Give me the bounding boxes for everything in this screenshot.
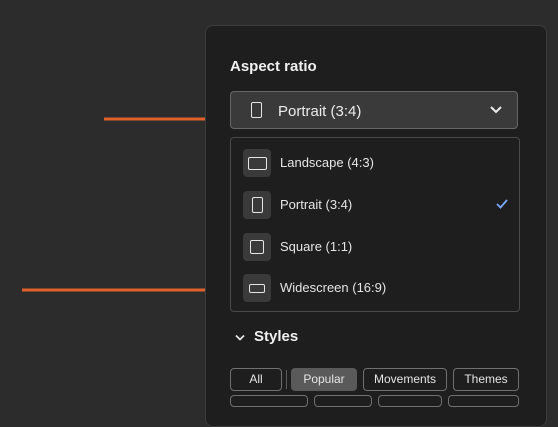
chevron-down-icon <box>490 106 502 114</box>
landscape-icon-box <box>243 149 271 177</box>
chip-all[interactable]: All <box>230 368 282 391</box>
chip-row-2-item[interactable] <box>230 395 308 407</box>
widescreen-icon-box <box>243 274 271 302</box>
chip-row-2-item[interactable] <box>378 395 442 407</box>
chip-row-2-item[interactable] <box>448 395 519 407</box>
landscape-icon <box>248 157 267 170</box>
chip-popular[interactable]: Popular <box>291 368 357 391</box>
option-widescreen[interactable]: Widescreen (16:9) <box>231 268 519 308</box>
aspect-ratio-select[interactable]: Portrait (3:4) <box>230 91 518 129</box>
checkmark-icon <box>496 199 508 209</box>
portrait-icon <box>251 102 262 118</box>
portrait-icon-box <box>243 191 271 219</box>
option-portrait[interactable]: Portrait (3:4) <box>231 185 519 225</box>
option-square[interactable]: Square (1:1) <box>231 227 519 267</box>
square-icon-box <box>243 233 271 261</box>
chip-movements[interactable]: Movements <box>363 368 447 391</box>
option-label: Portrait (3:4) <box>280 197 353 212</box>
option-label: Widescreen (16:9) <box>280 280 387 295</box>
chip-row-2-item[interactable] <box>314 395 372 407</box>
chip-divider <box>286 370 287 389</box>
aspect-ratio-dropdown: Landscape (4:3) Portrait (3:4) Square (1… <box>230 137 520 312</box>
portrait-icon <box>252 197 263 213</box>
option-label: Square (1:1) <box>280 239 353 254</box>
widescreen-icon <box>249 284 265 293</box>
chevron-down-icon <box>235 334 245 341</box>
annotation-arrow-bottom <box>22 281 224 299</box>
chip-themes[interactable]: Themes <box>453 368 519 391</box>
option-landscape[interactable]: Landscape (4:3) <box>231 143 519 183</box>
square-icon <box>250 240 264 254</box>
aspect-ratio-title: Aspect ratio <box>230 58 317 75</box>
styles-title: Styles <box>254 328 299 345</box>
aspect-ratio-selected-label: Portrait (3:4) <box>278 103 362 120</box>
option-label: Landscape (4:3) <box>280 155 374 170</box>
